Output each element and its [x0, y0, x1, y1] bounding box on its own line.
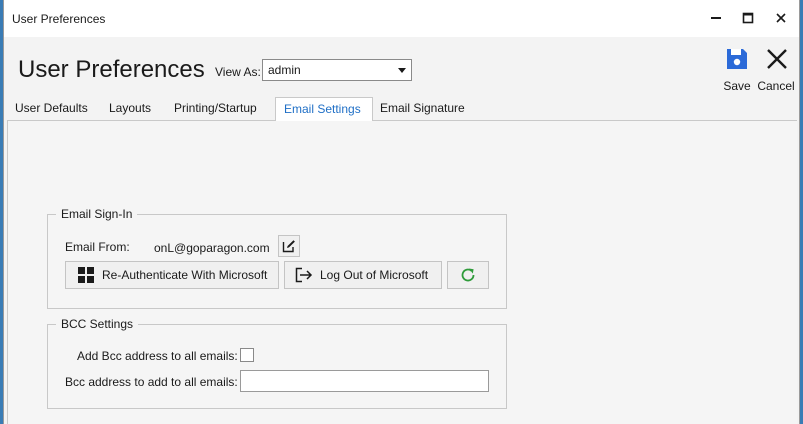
save-button[interactable]: Save — [717, 43, 757, 95]
maximize-button[interactable] — [733, 5, 763, 31]
title-bar: User Preferences — [4, 0, 799, 37]
add-bcc-label: Add Bcc address to all emails: — [77, 349, 238, 363]
cancel-label: Cancel — [757, 79, 795, 93]
add-bcc-checkbox[interactable] — [240, 348, 254, 362]
chevron-down-icon — [398, 68, 406, 73]
view-as-value: admin — [268, 63, 301, 77]
email-settings-panel: Email Sign-In Email From: onL@goparagon.… — [7, 120, 797, 424]
tab-email-settings[interactable]: Email Settings — [275, 97, 373, 121]
microsoft-logo-icon — [78, 267, 94, 283]
close-icon — [776, 13, 786, 23]
tab-email-signature[interactable]: Email Signature — [372, 97, 473, 120]
edit-email-button[interactable] — [278, 235, 300, 257]
email-signin-group: Email Sign-In Email From: onL@goparagon.… — [47, 207, 507, 309]
view-as-dropdown[interactable]: admin — [262, 59, 412, 81]
bcc-settings-group: BCC Settings Add Bcc address to all emai… — [47, 317, 507, 409]
tab-layouts[interactable]: Layouts — [101, 97, 159, 120]
preferences-window: User Preferences User Preferences View A… — [3, 0, 800, 424]
view-as-label: View As: — [215, 65, 261, 79]
refresh-button[interactable] — [447, 261, 489, 289]
refresh-icon — [461, 268, 475, 282]
email-from-label: Email From: — [65, 240, 130, 254]
bcc-address-input[interactable] — [240, 370, 489, 392]
close-button[interactable] — [766, 5, 796, 31]
bcc-address-label: Bcc address to add to all emails: — [65, 375, 238, 389]
logout-icon — [295, 267, 313, 283]
save-label: Save — [723, 79, 751, 93]
cancel-button[interactable]: Cancel — [756, 43, 796, 95]
email-signin-legend: Email Sign-In — [56, 207, 138, 221]
reauthenticate-microsoft-button[interactable]: Re-Authenticate With Microsoft — [65, 261, 279, 289]
reauthenticate-label: Re-Authenticate With Microsoft — [102, 268, 268, 282]
minimize-icon — [711, 17, 721, 19]
logout-label: Log Out of Microsoft — [320, 268, 429, 282]
email-from-value: onL@goparagon.com — [154, 241, 270, 255]
maximize-icon — [742, 12, 754, 24]
tab-user-defaults[interactable]: User Defaults — [7, 97, 96, 120]
logout-microsoft-button[interactable]: Log Out of Microsoft — [284, 261, 442, 289]
minimize-button[interactable] — [701, 5, 731, 31]
edit-icon — [282, 240, 295, 253]
close-icon — [767, 49, 787, 69]
window-title: User Preferences — [12, 12, 106, 26]
tab-printing-startup[interactable]: Printing/Startup — [166, 97, 265, 120]
bcc-settings-legend: BCC Settings — [56, 317, 139, 331]
page-title: User Preferences — [18, 56, 205, 83]
save-icon — [727, 49, 747, 69]
